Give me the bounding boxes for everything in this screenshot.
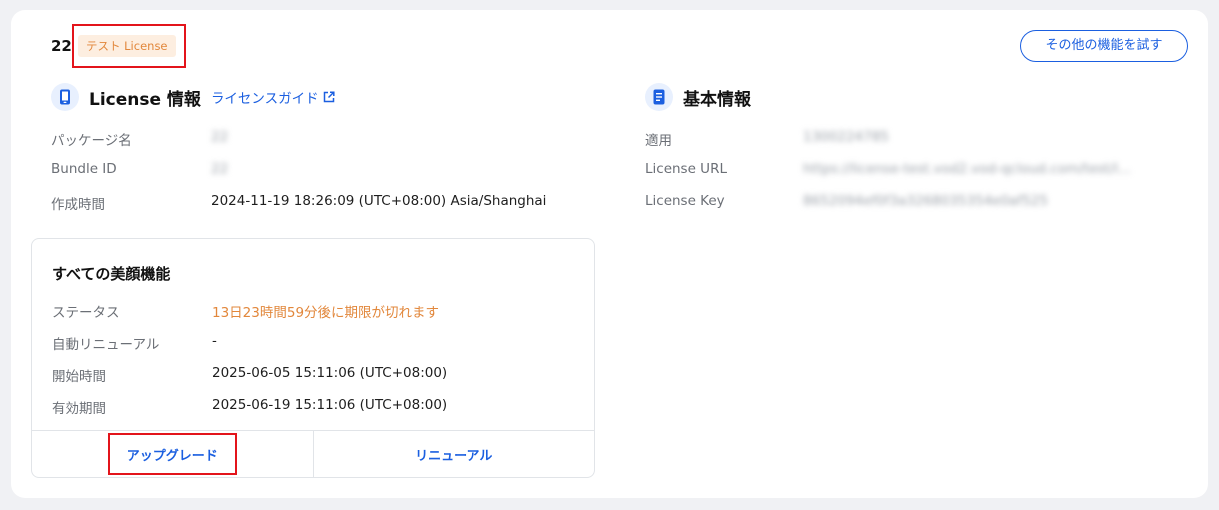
- package-name-label: パッケージ名: [51, 133, 132, 149]
- start-time-value: 2025-06-05 15:11:06 (UTC+08:00): [212, 365, 448, 381]
- license-guide-link[interactable]: ライセンスガイド: [211, 87, 335, 107]
- app-id: 22: [51, 37, 72, 55]
- bundle-id-value: 22: [211, 161, 229, 177]
- auto-renewal-value: -: [212, 333, 217, 349]
- test-license-tag: テスト License: [78, 35, 176, 57]
- auto-renewal-label: 自動リニューアル: [52, 337, 160, 353]
- created-time-label: 作成時間: [51, 197, 105, 213]
- phone-icon: [51, 83, 79, 111]
- beauty-features-card: すべての美顔機能 ステータス 13日23時間59分後に期限が切れます 自動リニュ…: [31, 238, 595, 478]
- license-key-label: License Key: [645, 193, 725, 209]
- renew-button[interactable]: リニューアル: [312, 431, 595, 477]
- applied-value: 1300224785: [803, 129, 889, 145]
- try-other-features-button[interactable]: その他の機能を試す: [1020, 30, 1188, 62]
- license-info-header: License 情報 ライセンスガイド: [51, 83, 335, 111]
- license-guide-label: ライセンスガイド: [210, 91, 319, 107]
- basic-info-header: 基本情報: [645, 83, 751, 111]
- start-time-label: 開始時間: [52, 369, 106, 385]
- basic-info-title: 基本情報: [683, 89, 751, 110]
- created-time-value: 2024-11-19 18:26:09 (UTC+08:00) Asia/Sha…: [211, 193, 547, 209]
- status-value: 13日23時間59分後に期限が切れます: [212, 305, 440, 321]
- license-url-value: https://license-test.vod2.vod-qcloud.com…: [803, 161, 1131, 177]
- document-icon: [645, 83, 673, 111]
- bundle-id-label: Bundle ID: [51, 161, 117, 177]
- upgrade-button[interactable]: アップグレード: [32, 431, 313, 477]
- license-url-label: License URL: [645, 161, 727, 177]
- beauty-actions: アップグレード リニューアル: [32, 430, 594, 477]
- applied-label: 適用: [645, 133, 672, 149]
- license-info-title: License 情報: [89, 89, 201, 110]
- license-card: 22 テスト License その他の機能を試す License 情報 ライセン…: [11, 10, 1208, 498]
- expiry-label: 有効期間: [52, 401, 106, 417]
- external-link-icon: [323, 91, 335, 103]
- status-label: ステータス: [52, 305, 120, 321]
- expiry-value: 2025-06-19 15:11:06 (UTC+08:00): [212, 397, 448, 413]
- license-key-value: 8652094ef0f3a3268035354e0af525: [803, 193, 1048, 209]
- beauty-features-title: すべての美顔機能: [52, 265, 171, 283]
- package-name-value: 22: [211, 129, 229, 145]
